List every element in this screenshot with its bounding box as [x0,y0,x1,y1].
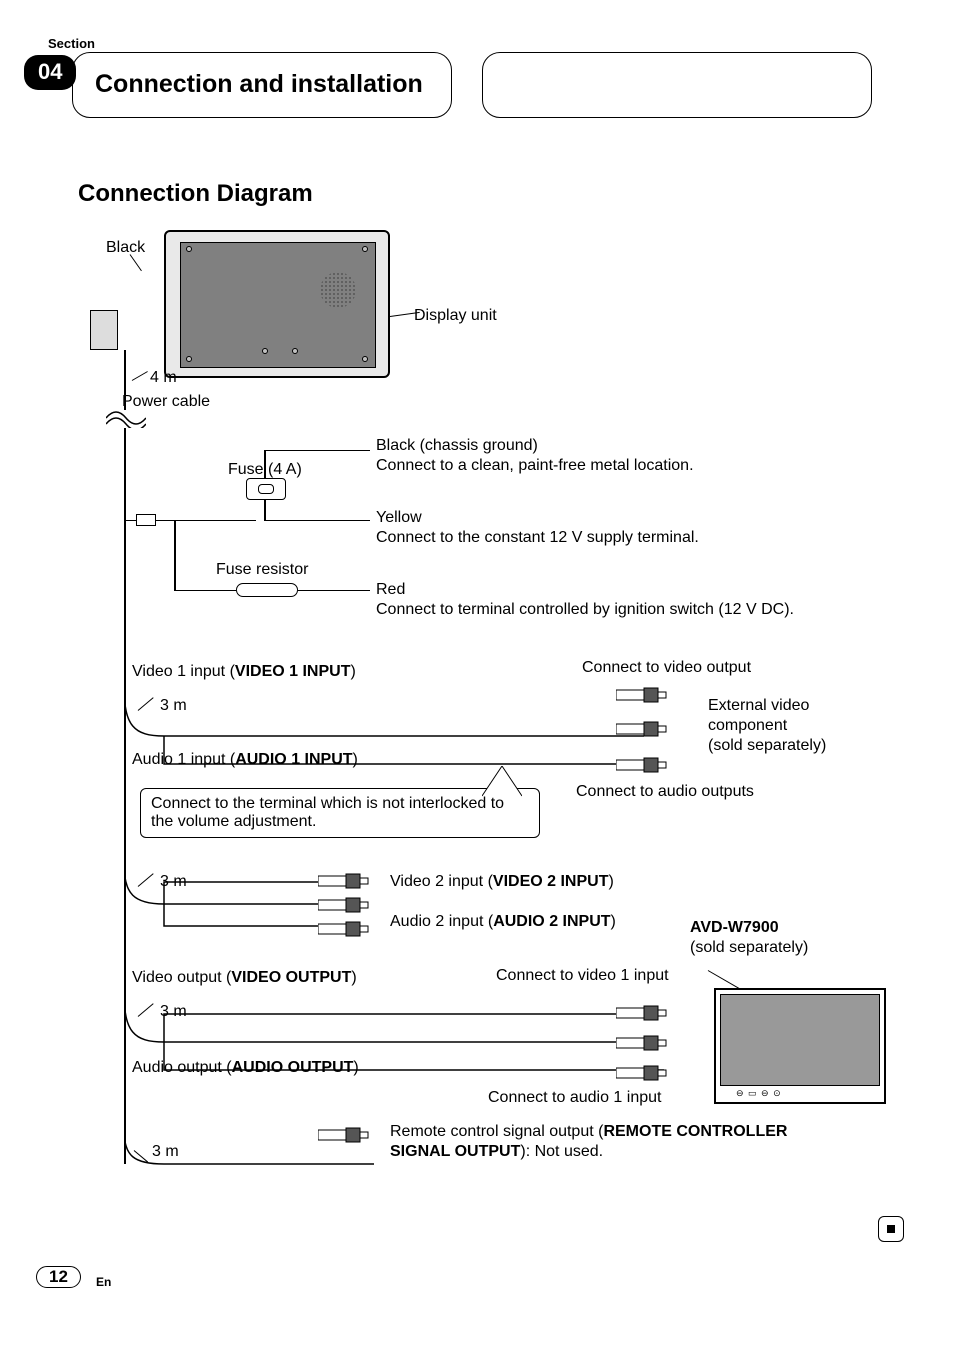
section-number-badge: 04 [24,55,76,90]
callout-volume-note: Connect to the terminal which is not int… [140,788,540,838]
label-3m-4: 3 m [152,1142,179,1162]
label-yellow: Yellow Connect to the constant 12 V supp… [376,508,699,548]
end-section-icon [878,1216,904,1242]
label-4m: 4 m [150,368,177,388]
label-black: Black [106,238,145,258]
label-power-cable: Power cable [122,392,210,412]
rca-connector-icon [318,896,370,914]
label-remote-output: Remote control signal output (REMOTE CON… [390,1122,830,1162]
label-red: Red Connect to terminal controlled by ig… [376,580,794,620]
rca-connector-icon [616,1034,668,1052]
label-connect-audio1-input: Connect to audio 1 input [488,1088,661,1108]
fuse-resistor-icon [236,583,298,597]
display-unit-icon [164,230,390,378]
rca-connector-icon [318,920,370,938]
page-number: 12 [36,1266,81,1288]
section-title-pill: Connection and installation [72,52,452,118]
label-audio1-input: Audio 1 input (AUDIO 1 INPUT) [132,750,358,770]
rca-connector-icon [616,720,668,738]
label-video-output: Video output (VIDEO OUTPUT) [132,968,357,988]
label-external-video: External video component (sold separatel… [708,696,826,756]
label-connect-video-output: Connect to video output [582,658,751,678]
rca-connector-icon [616,1064,668,1082]
label-video1-input: Video 1 input (VIDEO 1 INPUT) [132,662,356,682]
connection-diagram: Black Display unit 4 m Power cable Fuse … [78,220,878,1200]
rca-connector-icon [616,756,668,774]
label-video2-input: Video 2 input (VIDEO 2 INPUT) [390,872,614,892]
label-3m-1: 3 m [160,696,187,716]
label-fuse: Fuse (4 A) [228,460,302,480]
second-display-icon: ⊖ ▭ ⊖ ⊙ [714,988,886,1104]
display-connector-icon [90,310,118,350]
language-label: En [96,1275,111,1289]
label-black-chassis: Black (chassis ground) Connect to a clea… [376,436,694,476]
fuse-icon [246,478,286,500]
diagram-heading: Connection Diagram [78,180,313,208]
label-3m-2: 3 m [160,872,187,892]
label-connect-audio-outputs: Connect to audio outputs [576,782,754,802]
label-3m-3: 3 m [160,1002,187,1022]
label-audio-output: Audio output (AUDIO OUTPUT) [132,1058,359,1078]
label-display-unit: Display unit [414,306,497,326]
rca-connector-icon [616,686,668,704]
label-fuse-resistor: Fuse resistor [216,560,308,580]
splice-icon [136,514,156,526]
callout-arrow-icon [482,766,522,798]
section-label: Section [48,36,95,51]
blank-pill [482,52,872,118]
label-model: AVD-W7900 (sold separately) [690,918,808,958]
rca-connector-icon [318,872,370,890]
rca-connector-icon [616,1004,668,1022]
label-connect-video1-input: Connect to video 1 input [496,966,669,986]
rca-connector-icon [318,1126,370,1144]
section-title: Connection and installation [95,71,423,99]
label-audio2-input: Audio 2 input (AUDIO 2 INPUT) [390,912,616,932]
